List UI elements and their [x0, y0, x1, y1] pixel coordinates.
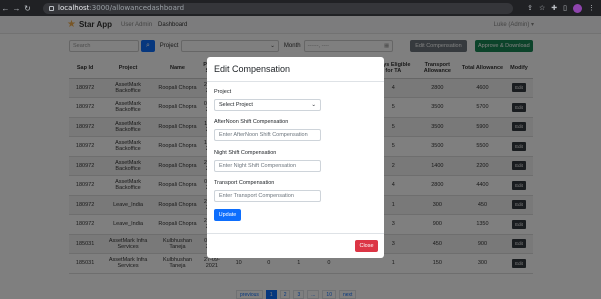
- modal-title: Edit Compensation: [214, 64, 291, 74]
- browser-toolbar: ← → ↻ localhost:3000/allowancedashboard …: [0, 0, 601, 16]
- back-icon[interactable]: ←: [0, 4, 11, 13]
- sidebar-icon[interactable]: ▯: [563, 4, 567, 12]
- night-shift-input[interactable]: Enter Night Shift Compensation: [214, 160, 321, 172]
- night-shift-label: Night Shift Compensation: [214, 150, 277, 156]
- forward-icon[interactable]: →: [11, 4, 22, 13]
- close-button[interactable]: Close: [355, 240, 378, 252]
- project-label: Project: [214, 89, 232, 95]
- transport-input[interactable]: Enter Transport Compensation: [214, 190, 321, 202]
- transport-label: Transport Compensation: [214, 180, 275, 186]
- edit-compensation-modal: Edit Compensation Project Select Project…: [207, 57, 384, 258]
- project-select[interactable]: Select Project ⌄: [214, 99, 321, 111]
- url-host: localhost: [58, 4, 90, 12]
- url-path: :3000/allowancedashboard: [89, 4, 185, 12]
- project-select-value: Select Project: [219, 102, 253, 108]
- url-text: localhost:3000/allowancedashboard: [58, 4, 184, 12]
- bookmark-star-icon[interactable]: ☆: [539, 4, 545, 12]
- afternoon-shift-input[interactable]: Enter AfterNoon Shift Compensation: [214, 129, 321, 141]
- modal-header-divider: [207, 81, 384, 82]
- menu-kebab-icon[interactable]: ⋮: [588, 4, 595, 12]
- share-icon[interactable]: ⇪: [527, 4, 533, 12]
- address-bar[interactable]: localhost:3000/allowancedashboard: [43, 2, 513, 14]
- profile-avatar[interactable]: [573, 3, 582, 13]
- update-button[interactable]: Update: [214, 209, 241, 221]
- modal-footer-divider: [207, 233, 384, 234]
- lock-icon: [49, 5, 54, 11]
- reload-icon[interactable]: ↻: [22, 4, 33, 13]
- afternoon-shift-label: AfterNoon Shift Compensation: [214, 119, 289, 125]
- chevron-down-icon: ⌄: [311, 102, 316, 108]
- extensions-icon[interactable]: ✚: [551, 4, 557, 12]
